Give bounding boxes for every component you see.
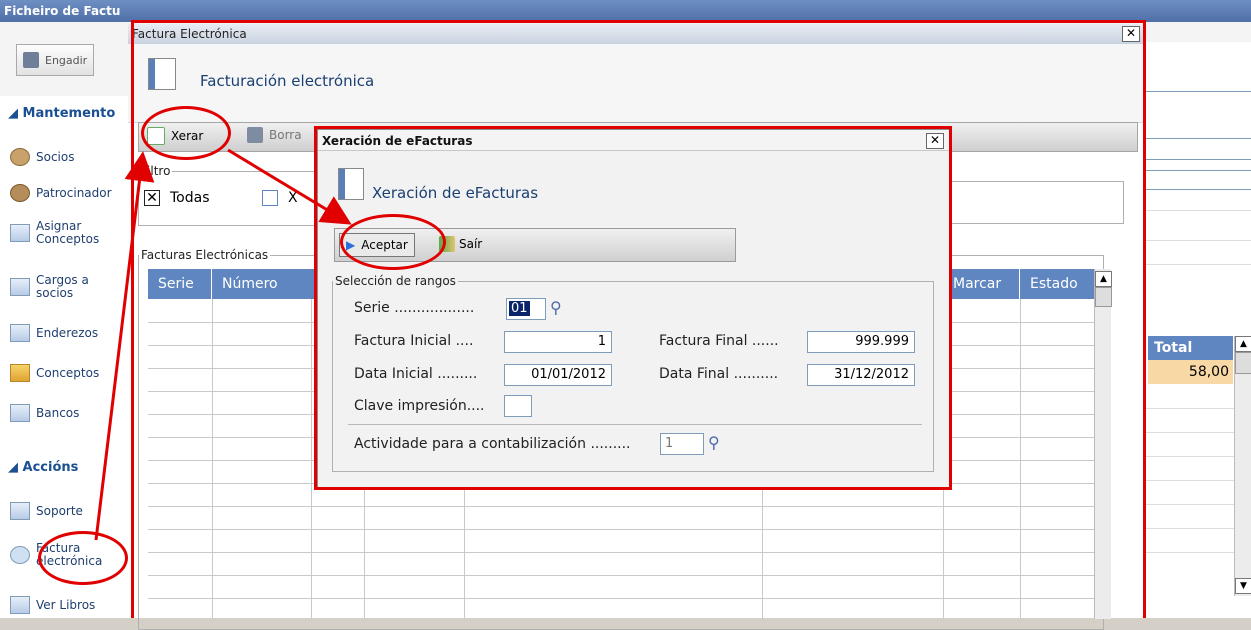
annotation-arrow: [227, 148, 352, 225]
annotation-arrow: [94, 151, 155, 541]
annotation-arrows: [94, 148, 352, 541]
